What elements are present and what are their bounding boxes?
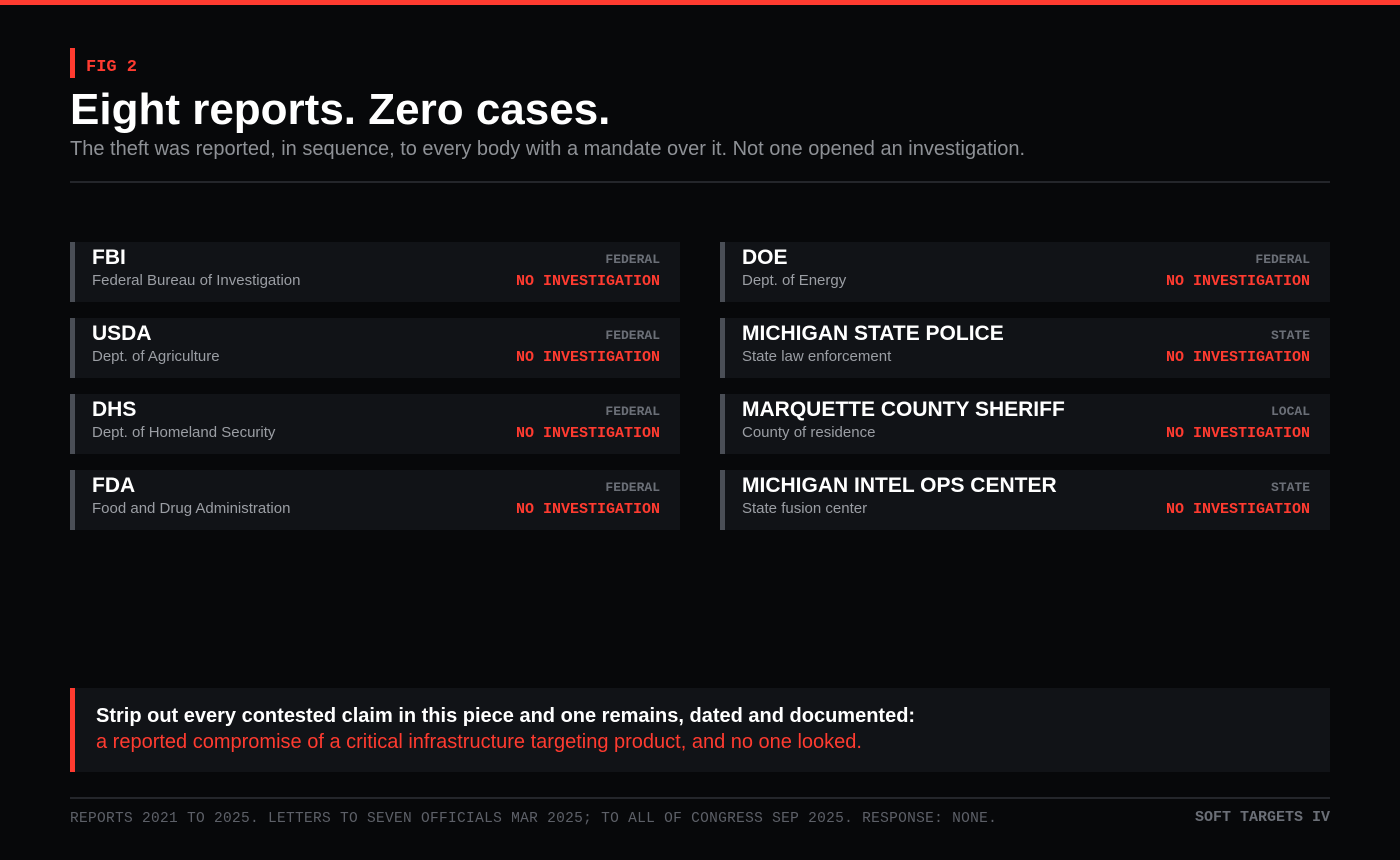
top-accent-bar [0, 0, 1400, 5]
agency-column-left: FBI Federal Bureau of Investigation FEDE… [70, 242, 680, 546]
investigation-status: NO INVESTIGATION [515, 501, 660, 518]
agency-name: MICHIGAN STATE POLICE [742, 322, 1004, 345]
investigation-status: NO INVESTIGATION [515, 425, 660, 442]
agency-column-right: DOE Dept. of Energy FEDERAL NO INVESTIGA… [720, 242, 1330, 546]
agency-description: State fusion center [742, 500, 868, 517]
agency-description: County of residence [742, 424, 876, 441]
agency-name: DOE [742, 246, 788, 269]
agency-level-badge: FEDERAL [605, 252, 660, 267]
agency-card-michigan-intel-ops-center: MICHIGAN INTEL OPS CENTER State fusion c… [720, 470, 1330, 530]
agency-name: DHS [92, 398, 137, 421]
agency-description: Dept. of Homeland Security [92, 424, 276, 441]
investigation-status: NO INVESTIGATION [1165, 349, 1310, 366]
agency-level-badge: LOCAL [1270, 404, 1310, 419]
agency-level-badge: FEDERAL [605, 480, 660, 495]
page-subtitle: The theft was reported, in sequence, to … [70, 138, 1026, 160]
conclusion-callout: Strip out every contested claim in this … [70, 688, 1330, 772]
investigation-status: NO INVESTIGATION [1165, 273, 1310, 290]
agency-level-badge: STATE [1270, 480, 1310, 495]
page-title: Eight reports. Zero cases. [70, 85, 611, 134]
investigation-status: NO INVESTIGATION [1165, 425, 1310, 442]
callout-statement: Strip out every contested claim in this … [96, 705, 916, 727]
agency-card-usda: USDA Dept. of Agriculture FEDERAL NO INV… [70, 318, 680, 378]
footer-note: REPORTS 2021 TO 2025. LETTERS TO SEVEN O… [70, 811, 998, 827]
agency-name: MARQUETTE COUNTY SHERIFF [742, 398, 1065, 421]
callout-emphasis: a reported compromise of a critical infr… [96, 731, 862, 753]
agency-description: State law enforcement [742, 348, 892, 365]
agency-card-fda: FDA Food and Drug Administration FEDERAL… [70, 470, 680, 530]
footer-divider [70, 797, 1330, 799]
agency-level-badge: FEDERAL [605, 328, 660, 343]
agency-name: FDA [92, 474, 136, 497]
figure-label: FIG 2 [70, 48, 137, 78]
agency-level-badge: FEDERAL [605, 404, 660, 419]
agency-description: Food and Drug Administration [92, 500, 291, 517]
agency-name: MICHIGAN INTEL OPS CENTER [742, 474, 1057, 497]
agency-description: Dept. of Energy [742, 272, 847, 289]
footer-brand: SOFT TARGETS IV [1194, 809, 1330, 826]
agency-name: FBI [92, 246, 126, 269]
agency-level-badge: STATE [1270, 328, 1310, 343]
investigation-status: NO INVESTIGATION [515, 273, 660, 290]
header-divider [70, 181, 1330, 183]
investigation-status: NO INVESTIGATION [515, 349, 660, 366]
agency-description: Federal Bureau of Investigation [92, 272, 301, 289]
agency-name: USDA [92, 322, 152, 345]
agency-card-marquette-county-sheriff: MARQUETTE COUNTY SHERIFF County of resid… [720, 394, 1330, 454]
agency-card-doe: DOE Dept. of Energy FEDERAL NO INVESTIGA… [720, 242, 1330, 302]
agency-card-michigan-state-police: MICHIGAN STATE POLICE State law enforcem… [720, 318, 1330, 378]
agency-card-dhs: DHS Dept. of Homeland Security FEDERAL N… [70, 394, 680, 454]
agency-card-fbi: FBI Federal Bureau of Investigation FEDE… [70, 242, 680, 302]
investigation-status: NO INVESTIGATION [1165, 501, 1310, 518]
agency-level-badge: FEDERAL [1255, 252, 1310, 267]
agency-description: Dept. of Agriculture [92, 348, 220, 365]
